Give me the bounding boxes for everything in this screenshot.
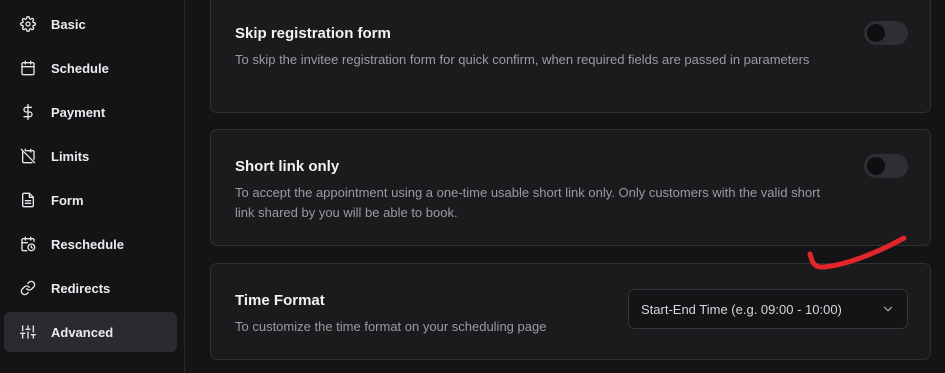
link-icon (20, 280, 36, 296)
skip-registration-title: Skip registration form (235, 25, 391, 42)
dollar-icon (20, 104, 36, 120)
time-format-description: To customize the time format on your sch… (235, 319, 547, 334)
sidebar-item-label: Redirects (51, 280, 111, 296)
document-icon (20, 192, 36, 208)
sidebar-item-label: Advanced (51, 324, 114, 340)
skip-registration-description: To skip the invitee registration form fo… (235, 52, 810, 67)
short-link-card: Short link only To accept the appointmen… (210, 129, 931, 246)
sidebar-item-advanced[interactable]: Advanced (4, 312, 177, 352)
short-link-toggle[interactable] (864, 154, 908, 178)
short-link-title: Short link only (235, 158, 340, 175)
sidebar-item-payment[interactable]: Payment (4, 92, 177, 132)
sidebar-item-label: Payment (51, 104, 106, 120)
short-link-description: To accept the appointment using a one-ti… (235, 185, 821, 220)
sliders-icon (20, 324, 36, 340)
sidebar: Basic Schedule Payment Limits Form Resch… (0, 0, 185, 373)
calendar-clock-icon (20, 236, 36, 252)
chevron-down-icon (881, 302, 895, 316)
calendar-off-icon (20, 148, 36, 164)
gear-icon (20, 16, 36, 32)
time-format-select[interactable]: Start-End Time (e.g. 09:00 - 10:00) (628, 289, 908, 329)
sidebar-item-form[interactable]: Form (4, 180, 177, 220)
toggle-knob (867, 157, 885, 175)
app-window: Basic Schedule Payment Limits Form Resch… (0, 0, 945, 373)
sidebar-item-label: Schedule (51, 60, 109, 76)
main-content: Skip registration form To skip the invit… (186, 0, 945, 373)
sidebar-item-label: Reschedule (51, 236, 124, 252)
skip-registration-card: Skip registration form To skip the invit… (210, 0, 931, 113)
toggle-knob (867, 24, 885, 42)
time-format-card: Time Format To customize the time format… (210, 263, 931, 360)
sidebar-item-label: Limits (51, 148, 90, 164)
sidebar-item-limits[interactable]: Limits (4, 136, 177, 176)
skip-registration-toggle[interactable] (864, 21, 908, 45)
calendar-icon (20, 60, 36, 76)
sidebar-item-schedule[interactable]: Schedule (4, 48, 177, 88)
sidebar-item-basic[interactable]: Basic (4, 4, 177, 44)
time-format-selected-value: Start-End Time (e.g. 09:00 - 10:00) (641, 301, 842, 317)
sidebar-item-label: Basic (51, 16, 86, 32)
sidebar-item-reschedule[interactable]: Reschedule (4, 224, 177, 264)
time-format-title: Time Format (235, 292, 325, 309)
sidebar-item-redirects[interactable]: Redirects (4, 268, 177, 308)
sidebar-item-label: Form (51, 192, 84, 208)
